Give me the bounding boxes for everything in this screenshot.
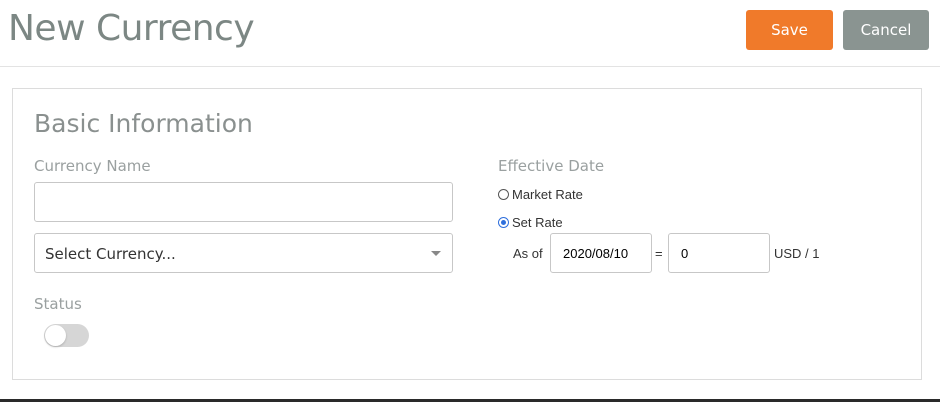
currency-name-label: Currency Name <box>34 157 151 175</box>
page-title: New Currency <box>8 8 255 49</box>
rate-unit-label: USD / 1 <box>774 246 820 261</box>
status-label: Status <box>34 295 82 313</box>
toggle-knob <box>45 325 66 346</box>
exchange-rate-input[interactable] <box>668 233 770 273</box>
currency-name-input[interactable] <box>34 182 453 222</box>
header-divider <box>0 66 940 67</box>
save-button[interactable]: Save <box>746 10 833 50</box>
select-currency-dropdown[interactable]: Select Currency... <box>34 233 453 273</box>
equals-sign: = <box>655 246 663 261</box>
effective-date-label: Effective Date <box>498 157 605 175</box>
effective-date-input[interactable] <box>550 233 652 273</box>
radio-set-rate[interactable]: Set Rate <box>498 215 563 230</box>
basic-information-panel: Basic Information Currency Name Select C… <box>12 88 922 380</box>
radio-market-rate[interactable]: Market Rate <box>498 187 583 202</box>
select-currency-value: Select Currency... <box>45 245 176 263</box>
cancel-button[interactable]: Cancel <box>843 10 929 50</box>
as-of-label: As of <box>513 246 543 261</box>
chevron-down-icon <box>431 251 441 256</box>
section-title: Basic Information <box>34 109 253 138</box>
radio-checked-icon <box>498 217 509 228</box>
status-toggle[interactable] <box>44 324 89 347</box>
radio-label: Market Rate <box>512 187 583 202</box>
radio-icon <box>498 189 509 200</box>
radio-label: Set Rate <box>512 215 563 230</box>
